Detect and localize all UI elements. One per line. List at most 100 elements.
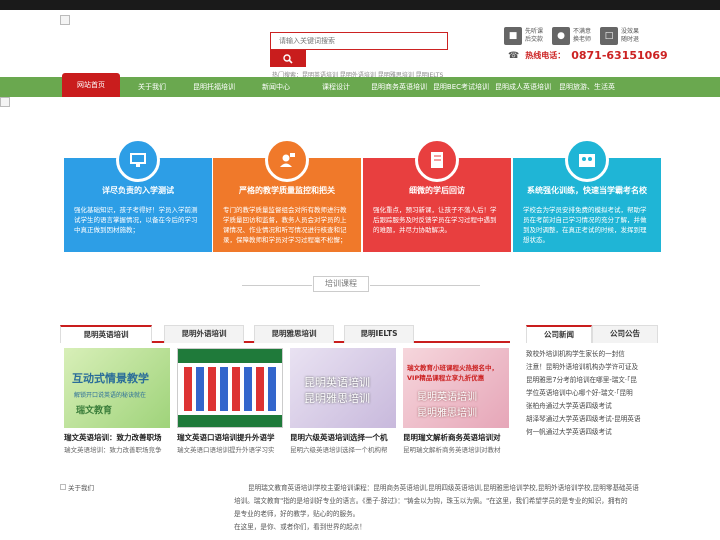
news-item[interactable]: 昆明雅思7分考前培训在哪里-瑞文·「昆: [526, 374, 658, 387]
feature-card-quality: 严格的教学质量监控和把关 专门的教学质量监督组会对所有教师进行教学质量回访和监督…: [213, 138, 361, 252]
tab-foreign-language[interactable]: 昆明外语培训: [164, 325, 244, 343]
top-bar: [0, 0, 720, 10]
feature-title: 详尽负责的入学测试: [102, 186, 174, 195]
feature-desc: 专门的教学质量监督组会对所有教师进行教学质量回访和监督，教务人员会对学员的上课情…: [223, 206, 347, 244]
news-tabs: 公司新闻 公司公告: [526, 325, 658, 343]
image-caption: 昆明雅思培训: [304, 392, 370, 405]
image-caption: VIP精品课程立享九折优惠: [407, 374, 485, 382]
teacher-icon: ■: [504, 27, 522, 45]
search-box[interactable]: [270, 32, 448, 50]
banner-image: [0, 97, 10, 107]
divider: [242, 285, 312, 286]
promo-line: 不满意: [573, 28, 592, 35]
flag-banner: [178, 349, 282, 363]
image-caption: 互动式情景教学: [72, 372, 149, 385]
promo-line: 随时退: [621, 36, 640, 43]
phone-number: 0871-63151069: [571, 49, 668, 62]
about-image: 关于我们: [60, 482, 94, 492]
course-card[interactable]: 瑞文英语口语培训提升外语学 瑞文英语口语培训提升外语学习实: [177, 348, 283, 454]
feature-title: 系统强化训练，快速当学霸考名校: [527, 186, 647, 195]
feature-desc: 强化基础知识，孩子考得好！学员入学前测试学生的语言掌握情况，以备在今后的学习中真…: [74, 206, 198, 234]
course-card[interactable]: 瑞文教育小班课程火热报名中， VIP精品课程立享九折优惠 昆明英语培训 昆明雅思…: [403, 348, 509, 454]
people-icon: ●: [552, 27, 570, 45]
course-title[interactable]: 昆明六级英语培训选择一个机: [290, 432, 396, 443]
nav-courses[interactable]: 课程设计: [310, 77, 362, 97]
promo-listen-first: ■ 先听课 后交款: [504, 27, 551, 45]
about-line: 是专业的老师，好的教学，贴心的的服务。: [234, 510, 360, 518]
course-desc: 瑞文英语培训：致力改善职场竞争: [64, 446, 162, 454]
course-image[interactable]: 昆明英语培训 昆明雅思培训: [290, 348, 396, 428]
group-icon: [565, 138, 609, 182]
nav-adult-english[interactable]: 昆明成人英语培训: [492, 77, 554, 97]
course-title[interactable]: 瑞文英语口语培训提升外语学: [177, 432, 283, 443]
feature-title: 细微的学后回访: [409, 186, 465, 195]
course-image[interactable]: [177, 348, 283, 428]
image-caption: 解锁开口说英语的秘诀就在: [74, 392, 147, 399]
image-caption: 昆明英语培训: [304, 376, 370, 389]
flags-grid: [184, 367, 278, 411]
nav-bec[interactable]: 昆明BEC考试培训: [432, 77, 490, 97]
tab-company-notice[interactable]: 公司公告: [592, 325, 658, 343]
course-desc: 昆明六级英语培训选择一个机构帮: [290, 446, 388, 454]
flag-banner: [178, 415, 282, 427]
news-item[interactable]: 致校外培训机构学生家长的一封信: [526, 348, 658, 361]
promo-line: 没效果: [621, 28, 640, 35]
course-title[interactable]: 昆明瑞文解析商务英语培训对: [403, 432, 509, 443]
promo-line: 后交款: [525, 36, 544, 43]
course-image[interactable]: 互动式情景教学 解锁开口说英语的秘诀就在 瑞文教育: [64, 348, 170, 428]
feature-card-test: 详尽负责的入学测试 强化基础知识，孩子考得好！学员入学前测试学生的语言掌握情况，…: [64, 138, 212, 252]
tab-company-news[interactable]: 公司新闻: [526, 325, 592, 343]
about-image-alt: 关于我们: [68, 484, 94, 492]
course-image[interactable]: 瑞文教育小班课程火热报名中， VIP精品课程立享九折优惠 昆明英语培训 昆明雅思…: [403, 348, 509, 428]
image-caption: 瑞文教育: [76, 406, 113, 416]
refund-icon: □: [600, 27, 618, 45]
tab-english[interactable]: 昆明英语培训: [60, 325, 152, 343]
about-line: 在这里，是你、或者你们，看到世界的起点！: [234, 523, 366, 531]
broken-image-icon: [60, 484, 66, 490]
feature-desc: 学校会为学员安排免费的模拟考试，帮助学员在考前对自己学习情况的充分了解，并做到及…: [523, 206, 647, 244]
course-desc: 瑞文英语口语培训提升外语学习实: [177, 446, 275, 454]
news-item[interactable]: 何一帆通过大学英语四级考试: [526, 426, 658, 439]
feature-card-followup: 细微的学后回访 强化重点，预习新课，让孩子不落人后！学后跟踪服务及时反馈学员在学…: [363, 138, 511, 252]
main-nav: 网站首页 关于我们 昆明托福培训 新闻中心 课程设计 昆明商务英语培训 昆明BE…: [0, 73, 720, 97]
promo-line: 换老师: [573, 36, 592, 43]
image-caption: 瑞文教育小班课程火热报名中，: [407, 364, 498, 372]
logo-image[interactable]: [60, 15, 70, 25]
monitor-icon: [116, 138, 160, 182]
tab-ielts-en[interactable]: 昆明IELTS: [344, 325, 414, 343]
promo-change-teacher: ● 不满意 换老师: [552, 27, 599, 45]
about-text: 昆明瑞文教育英语培训学校主要培训课程：昆明商务英语培训,昆明四级英语培训,昆明雅…: [234, 482, 660, 534]
course-tabs: 昆明英语培训 昆明外语培训 昆明雅思培训 昆明IELTS: [60, 325, 510, 343]
book-icon: [415, 138, 459, 182]
feature-desc: 强化重点，预习新课，让孩子不落人后！学后跟踪服务及时反馈学员在学习过程中遇到的难…: [373, 206, 497, 234]
course-desc: 昆明瑞文解析商务英语培训对教材: [403, 446, 501, 454]
nav-home[interactable]: 网站首页: [62, 73, 120, 97]
news-item[interactable]: 张柏舟通过大学英语四级考试: [526, 400, 658, 413]
news-item[interactable]: 注意！昆明外语培训机构办学许可证及: [526, 361, 658, 374]
search-input[interactable]: [271, 33, 447, 49]
person-speech-icon: [265, 138, 309, 182]
nav-toefl[interactable]: 昆明托福培训: [184, 77, 244, 97]
news-list: 致校外培训机构学生家长的一封信 注意！昆明外语培训机构办学许可证及 昆明雅思7分…: [526, 348, 658, 439]
nav-business-english[interactable]: 昆明商务英语培训: [366, 77, 432, 97]
promo-line: 先听课: [525, 28, 544, 35]
news-item[interactable]: 学位英语培训中心哪个好-瑞文·「昆明: [526, 387, 658, 400]
search-icon: [283, 53, 293, 64]
course-card[interactable]: 互动式情景教学 解锁开口说英语的秘诀就在 瑞文教育 瑞文英语培训：致力改善职场 …: [64, 348, 170, 454]
nav-about[interactable]: 关于我们: [126, 77, 178, 97]
nav-news[interactable]: 新闻中心: [250, 77, 302, 97]
news-item[interactable]: 胡泽琴通过大学英语四级考试-昆明英语: [526, 413, 658, 426]
about-line: 培训。瑞文教育"指的是培训好专业的语言。《墨子·辞过》："铸金以为钩，珠玉以为佩…: [234, 497, 628, 505]
course-card[interactable]: 昆明英语培训 昆明雅思培训 昆明六级英语培训选择一个机 昆明六级英语培训选择一个…: [290, 348, 396, 454]
search-button[interactable]: [270, 50, 306, 67]
image-caption: 昆明雅思培训: [417, 408, 477, 419]
hotline: ☎ 热线电话： 0871-63151069: [508, 49, 668, 62]
feature-title: 严格的教学质量监控和把关: [239, 186, 335, 195]
image-caption: 昆明英语培训: [417, 392, 477, 403]
tab-ielts[interactable]: 昆明雅思培训: [254, 325, 334, 343]
phone-icon: ☎: [508, 50, 520, 61]
course-title[interactable]: 瑞文英语培训：致力改善职场: [64, 432, 170, 443]
divider: [370, 285, 480, 286]
nav-travel-english[interactable]: 昆明旅游、生活英: [556, 77, 618, 97]
feature-card-training: 系统强化训练，快速当学霸考名校 学校会为学员安排免费的模拟考试，帮助学员在考前对…: [513, 138, 661, 252]
